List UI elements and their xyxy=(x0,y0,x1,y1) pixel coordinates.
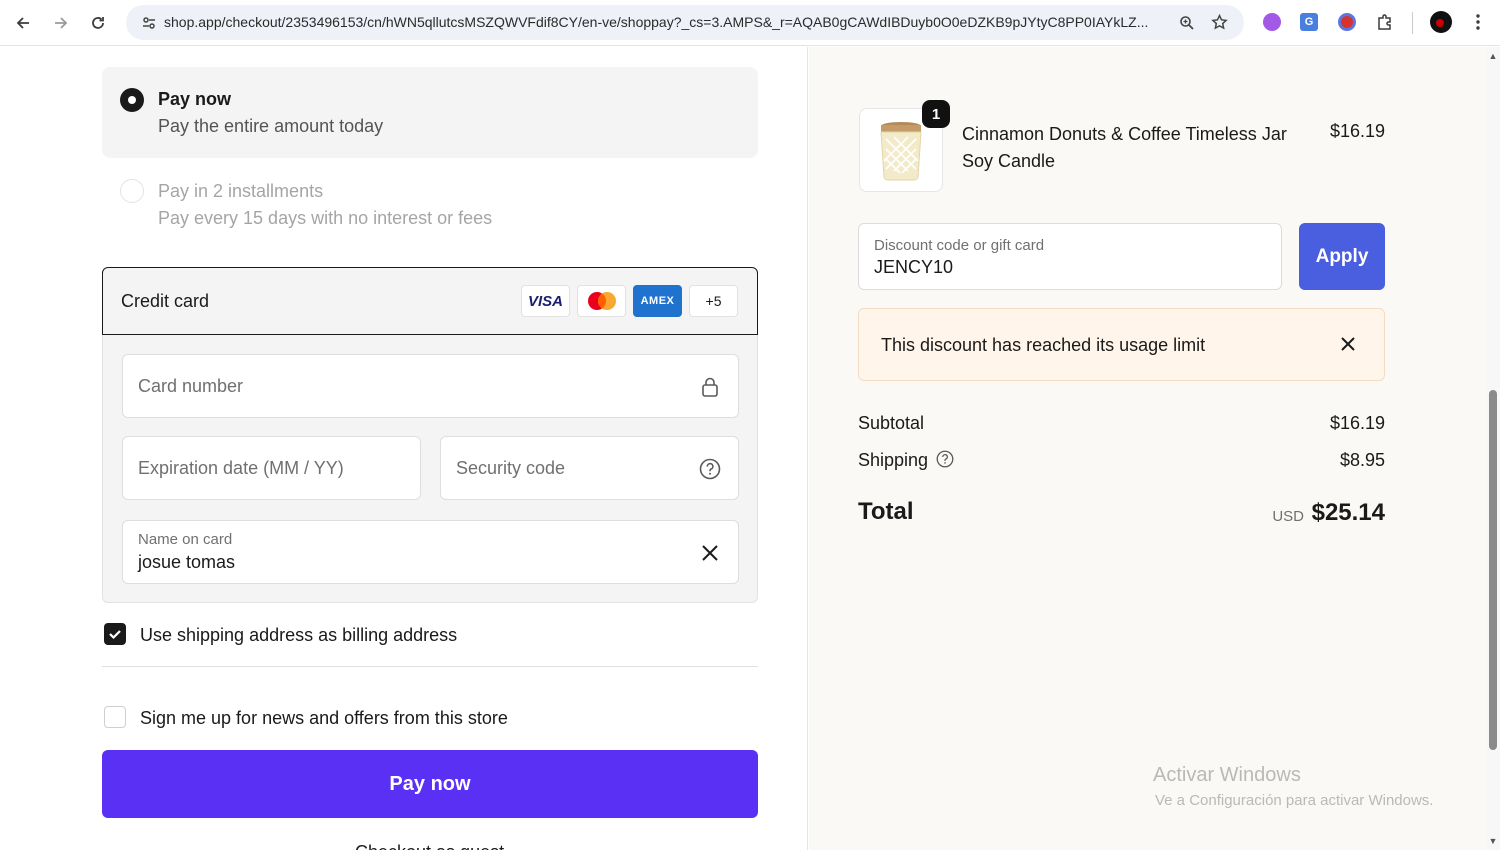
close-icon[interactable] xyxy=(1336,331,1360,357)
quantity-badge: 1 xyxy=(922,100,950,128)
order-summary: 1 Cinnamon Donuts & Coffee Timeless Jar … xyxy=(809,47,1486,850)
newsletter-label[interactable]: Sign me up for news and offers from this… xyxy=(140,708,508,729)
discount-code-value[interactable]: JENCY10 xyxy=(874,257,953,278)
installments-subtitle: Pay every 15 days with no interest or fe… xyxy=(158,208,493,228)
visa-logo-text: VISA xyxy=(527,292,563,310)
subtotal-label: Subtotal xyxy=(858,413,925,433)
browser-menu-icon[interactable] xyxy=(1466,10,1490,34)
security-code-placeholder: Security code xyxy=(456,458,566,478)
pay-now-button[interactable]: Pay now xyxy=(102,750,758,818)
bookmark-star-icon[interactable] xyxy=(1206,9,1233,36)
scrollbar-thumb[interactable] xyxy=(1489,390,1497,750)
name-on-card-value[interactable]: josue tomas xyxy=(138,552,235,573)
expiration-date-field[interactable]: Expiration date (MM / YY) xyxy=(122,436,421,500)
zoom-icon[interactable] xyxy=(1173,9,1200,36)
pay-now-option[interactable] xyxy=(102,67,758,158)
billing-address-label[interactable]: Use shipping address as billing address xyxy=(140,625,457,646)
browser-toolbar: shop.app/checkout/2353496153/cn/hWN5qllu… xyxy=(0,0,1500,46)
profile-avatar[interactable] xyxy=(1429,10,1453,34)
checkout-guest-link[interactable]: Checkout as guest xyxy=(355,842,504,850)
shipping-value: $8.95 xyxy=(1339,450,1385,470)
alert-message: This discount has reached its usage limi… xyxy=(881,335,1206,355)
expiration-placeholder: Expiration date (MM / YY) xyxy=(138,458,344,478)
page-scrollbar[interactable]: ▲ ▼ xyxy=(1486,47,1500,850)
pay-now-subtitle: Pay the entire amount today xyxy=(158,116,384,136)
scroll-down-icon[interactable]: ▼ xyxy=(1488,836,1498,846)
card-number-field[interactable]: Card number xyxy=(122,354,739,418)
discount-code-label: Discount code or gift card xyxy=(874,237,1045,254)
total-label: Total xyxy=(858,498,914,525)
total-currency: USD xyxy=(1272,508,1304,525)
billing-address-checkbox[interactable] xyxy=(104,623,126,645)
installments-radio[interactable] xyxy=(120,179,144,203)
visa-icon: VISA xyxy=(521,285,570,317)
name-on-card-label: Name on card xyxy=(138,531,233,548)
site-info-icon[interactable] xyxy=(135,9,162,36)
name-on-card-field[interactable]: Name on card josue tomas xyxy=(122,520,739,584)
forward-icon[interactable] xyxy=(47,9,75,37)
url-text[interactable]: shop.app/checkout/2353496153/cn/hWN5qllu… xyxy=(164,14,1164,30)
address-bar[interactable]: shop.app/checkout/2353496153/cn/hWN5qllu… xyxy=(126,5,1244,40)
card-number-placeholder: Card number xyxy=(138,376,244,396)
newsletter-checkbox[interactable] xyxy=(104,706,126,728)
amex-icon: AMEX xyxy=(633,285,682,317)
lock-icon xyxy=(698,375,722,399)
translate-icon[interactable]: G xyxy=(1297,10,1321,34)
shipping-label: Shipping xyxy=(858,450,929,470)
total-value: $25.14 xyxy=(1311,499,1385,526)
payment-column: Pay now Pay the entire amount today Pay … xyxy=(0,47,808,850)
more-brands-badge: +5 xyxy=(689,285,738,317)
security-code-field[interactable]: Security code xyxy=(440,436,739,500)
extension-copilot-icon[interactable] xyxy=(1260,10,1284,34)
extension-shield-icon[interactable] xyxy=(1335,10,1359,34)
product-name: Cinnamon Donuts & Coffee Timeless Jar So… xyxy=(962,124,1287,171)
mastercard-icon xyxy=(577,285,626,317)
product-price: $16.19 xyxy=(1329,121,1385,141)
pay-now-title: Pay now xyxy=(158,89,232,109)
shipping-help-icon[interactable] xyxy=(936,450,956,470)
clear-icon[interactable] xyxy=(698,541,722,565)
credit-card-title: Credit card xyxy=(121,291,210,311)
installments-title[interactable]: Pay in 2 installments xyxy=(158,181,323,202)
help-icon[interactable] xyxy=(698,457,722,481)
windows-watermark-subtitle: Ve a Configuración para activar Windows. xyxy=(1155,792,1434,809)
pay-now-radio[interactable] xyxy=(120,88,144,112)
divider xyxy=(102,666,758,667)
discount-code-field[interactable]: Discount code or gift card JENCY10 xyxy=(858,223,1282,290)
windows-watermark-title: Activar Windows xyxy=(1153,764,1301,786)
subtotal-value: $16.19 xyxy=(1329,413,1385,433)
back-icon[interactable] xyxy=(9,9,37,37)
scroll-up-icon[interactable]: ▲ xyxy=(1488,51,1498,61)
reload-icon[interactable] xyxy=(84,9,112,37)
credit-card-form: Card number Expiration date (MM / YY) Se… xyxy=(102,335,758,603)
discount-error-alert: This discount has reached its usage limi… xyxy=(858,308,1385,381)
extensions-puzzle-icon[interactable] xyxy=(1373,10,1397,34)
apply-button[interactable]: Apply xyxy=(1299,223,1385,290)
credit-card-header[interactable]: Credit card VISA AMEX +5 xyxy=(102,267,758,335)
toolbar-divider xyxy=(1412,12,1413,34)
